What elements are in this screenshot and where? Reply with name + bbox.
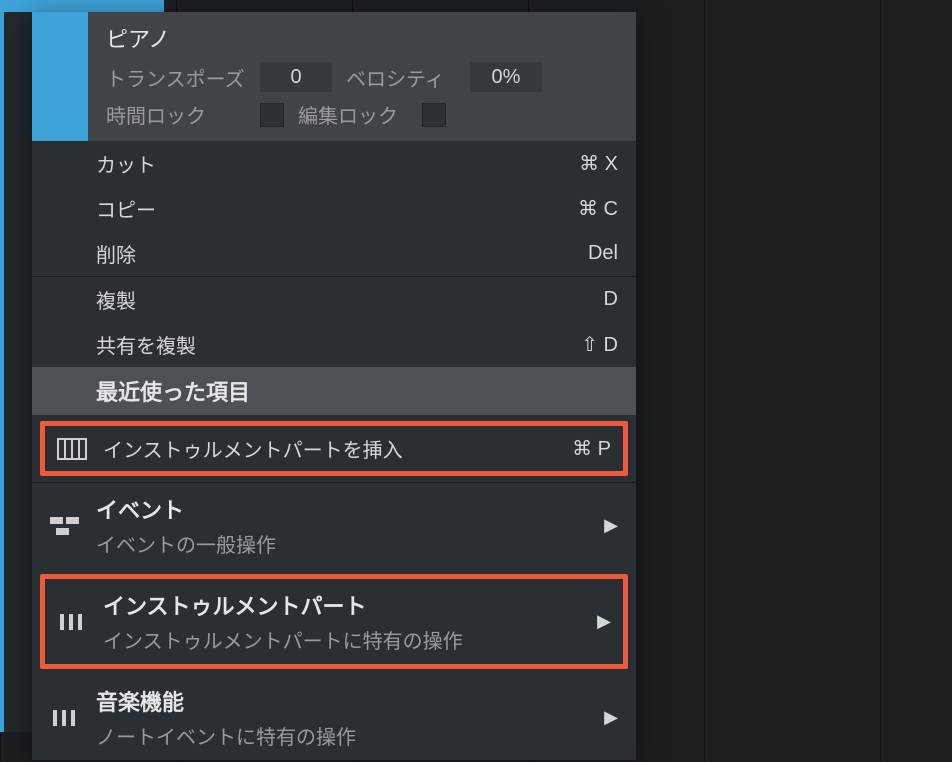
timelock-checkbox[interactable]: [260, 103, 284, 127]
menu-item-duplicate-shared[interactable]: 共有を複製 ⇧ D: [32, 322, 636, 367]
chevron-right-icon: ▶: [604, 515, 618, 536]
menu-item-label: カット: [96, 149, 546, 178]
transpose-value[interactable]: 0: [260, 62, 332, 92]
menu-item-delete[interactable]: 削除 Del: [32, 231, 636, 276]
chevron-right-icon: ▶: [604, 707, 618, 728]
piano-keys-icon: [57, 438, 103, 460]
velocity-label: ベロシティ: [346, 63, 456, 92]
bars-icon: [50, 707, 96, 729]
transpose-label: トランスポーズ: [106, 63, 246, 92]
submenu-instrument-part[interactable]: インストゥルメントパート インストゥルメントパートに特有の操作 ▶: [40, 574, 628, 669]
editlock-checkbox[interactable]: [422, 103, 446, 127]
velocity-value[interactable]: 0%: [470, 62, 542, 92]
menu-item-cut[interactable]: カット ⌘ X: [32, 141, 636, 186]
context-menu: ピアノ トランスポーズ 0 ベロシティ 0% 時間ロック 編集ロック カット ⌘…: [32, 12, 636, 760]
submenu-event[interactable]: イベント イベントの一般操作 ▶: [32, 483, 636, 568]
menu-header: ピアノ トランスポーズ 0 ベロシティ 0% 時間ロック 編集ロック: [32, 12, 636, 141]
timelock-label: 時間ロック: [106, 100, 246, 129]
bars-icon: [57, 611, 103, 633]
blocks-icon: [50, 515, 96, 537]
track-clip[interactable]: [0, 0, 164, 12]
menu-item-duplicate[interactable]: 複製 D: [32, 277, 636, 322]
menu-item-copy[interactable]: コピー ⌘ C: [32, 186, 636, 231]
menu-item-insert-instrument-part[interactable]: インストゥルメントパートを挿入 ⌘ P: [40, 421, 628, 476]
track-color-swatch[interactable]: [32, 12, 88, 141]
editlock-label: 編集ロック: [298, 100, 408, 129]
track-title: ピアノ: [106, 22, 618, 54]
submenu-music-functions[interactable]: 音楽機能 ノートイベントに特有の操作 ▶: [32, 675, 636, 760]
track-header-strip[interactable]: [0, 12, 35, 732]
chevron-right-icon: ▶: [597, 611, 611, 632]
section-recent: 最近使った項目: [32, 367, 636, 415]
shortcut-text: ⌘ X: [558, 151, 618, 176]
